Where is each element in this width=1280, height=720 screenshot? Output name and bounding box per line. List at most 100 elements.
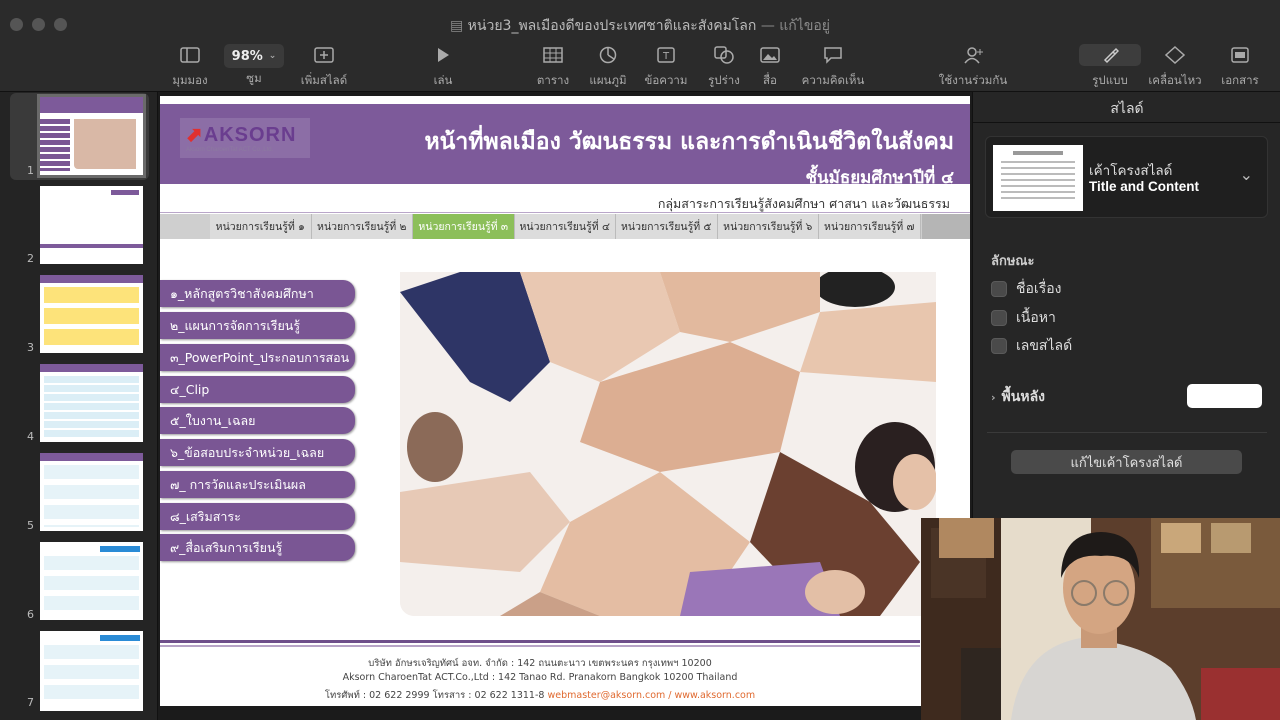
slide-thumbnail-1[interactable] — [37, 94, 146, 178]
collaborate-label: ใช้งานร่วมกัน — [938, 73, 1008, 87]
footer-address-en: Aksorn CharoenTat ACT.Co.,Ltd : 142 Tana… — [342, 672, 738, 683]
checkbox-icon — [991, 310, 1007, 326]
slide-thumbnail-3[interactable] — [40, 275, 143, 353]
menu-item-clip[interactable]: ๔_Clip — [160, 376, 355, 403]
edit-layout-button[interactable]: แก้ไขเค้าโครงสไลด์ — [1011, 450, 1242, 474]
thumb-menu — [40, 119, 70, 171]
media-label: สื่อ — [763, 73, 777, 87]
thumb-body — [44, 556, 139, 616]
menu-item-learning-media[interactable]: ๙_สื่อเสริมการเรียนรู้ — [160, 534, 355, 561]
comment-label: ความคิดเห็น — [801, 73, 865, 87]
collaborate-icon — [962, 44, 984, 66]
menu-item-unit-test[interactable]: ๖_ข้อสอบประจำหน่วย_เฉลย — [160, 439, 355, 466]
unit-tab-6[interactable]: หน่วยการเรียนรู้ที่ ๖ — [717, 214, 819, 239]
zoom-label: ซูม — [246, 71, 262, 85]
slide-thumbnail-5[interactable] — [40, 453, 143, 531]
unit-tab-7[interactable]: หน่วยการเรียนรู้ที่ ๗ — [819, 214, 921, 239]
footer-contact: โทรศัพท์ : 02 622 2999 โทรสาร : 02 622 1… — [160, 688, 920, 703]
menu-item-assessment[interactable]: ๗_ การวัดและประเมินผล — [160, 471, 355, 498]
layout-name: Title and Content — [1089, 179, 1199, 194]
image-icon — [760, 44, 780, 66]
toolbar: ▤ หน่วย3_พลเมืองดีของประเทศชาติและสังคมโ… — [0, 0, 1280, 92]
thumb-header — [100, 635, 140, 641]
slide-number: 2 — [27, 252, 34, 265]
slide-number: 7 — [27, 696, 34, 709]
media-button[interactable]: สื่อ — [734, 44, 806, 90]
view-label: มุมมอง — [172, 73, 208, 87]
add-slide-button[interactable]: เพิ่มสไลด์ — [288, 44, 360, 90]
play-label: เล่น — [433, 73, 453, 87]
logo-subtext: Aksorn CharoenTat ACT Co.,Ltd. — [186, 147, 274, 153]
zoom-label-wrap: ซูม — [218, 70, 290, 88]
shape-icon — [714, 44, 734, 66]
layout-thumb-title — [1013, 151, 1063, 155]
unit-tab-5[interactable]: หน่วยการเรียนรู้ที่ ๕ — [616, 214, 718, 239]
layout-label: เค้าโครงสไลด์ — [1089, 163, 1173, 179]
unit-tab-3[interactable]: หน่วยการเรียนรู้ที่ ๓ — [413, 214, 515, 239]
slide-thumbnail-2[interactable] — [40, 186, 143, 264]
background-label: พื้นหลัง — [1001, 389, 1045, 405]
document-panel-icon — [1231, 44, 1249, 66]
footer-divider-thin — [160, 645, 920, 647]
format-label: รูปแบบ — [1092, 73, 1128, 87]
slide-thumbnail-4[interactable] — [40, 364, 143, 442]
animate-button[interactable]: เคลื่อนไหว — [1139, 44, 1211, 90]
chart-icon — [599, 44, 617, 66]
document-icon: ▤ — [449, 18, 468, 34]
slide-thumbnail-6[interactable] — [40, 542, 143, 620]
menu-item-curriculum[interactable]: ๑_หลักสูตรวิชาสังคมศึกษา — [160, 280, 355, 307]
slide-number: 5 — [27, 519, 34, 532]
menu-item-enrichment[interactable]: ๘_เสริมสาระ — [160, 503, 355, 530]
thumb-body — [44, 465, 139, 527]
view-button[interactable]: มุมมอง — [154, 44, 226, 90]
slide-canvas: ⬈AKSORN Aksorn CharoenTat ACT Co.,Ltd. หน… — [158, 92, 972, 720]
unit-tab-4[interactable]: หน่วยการเรียนรู้ที่ ๔ — [514, 214, 616, 239]
thumb-body — [44, 287, 139, 349]
unit-tab-2[interactable]: หน่วยการเรียนรู้ที่ ๒ — [311, 214, 413, 239]
teamwork-hands-photo — [400, 272, 936, 616]
body-checkbox[interactable]: เนื้อหา — [991, 307, 1056, 329]
footer-phone: โทรศัพท์ : 02 622 2999 โทรสาร : 02 622 1… — [324, 690, 545, 701]
chevron-right-icon: › — [991, 391, 996, 404]
comment-button[interactable]: ความคิดเห็น — [797, 44, 869, 90]
slide[interactable]: ⬈AKSORN Aksorn CharoenTat ACT Co.,Ltd. หน… — [160, 96, 970, 706]
inspector-divider — [973, 122, 1280, 123]
slide-layout-select[interactable]: เค้าโครงสไลด์ Title and Content ⌄ — [985, 136, 1268, 218]
menu-item-worksheet[interactable]: ๕_ใบงาน_เฉลย — [160, 407, 355, 434]
aksorn-logo: ⬈AKSORN Aksorn CharoenTat ACT Co.,Ltd. — [186, 122, 296, 153]
menu-item-lesson-plan[interactable]: ๒_แผนการจัดการเรียนรู้ — [160, 312, 355, 339]
slide-number-checkbox-label: เลขสไลด์ — [1016, 338, 1073, 354]
menu-item-powerpoint[interactable]: ๓_PowerPoint_ประกอบการสอน — [160, 344, 355, 371]
animate-label: เคลื่อนไหว — [1148, 73, 1202, 87]
title-checkbox-label: ชื่อเรื่อง — [1016, 281, 1062, 297]
format-button[interactable]: รูปแบบ — [1074, 44, 1146, 90]
slide-thumbnail-7[interactable] — [40, 631, 143, 711]
thumb-header — [40, 275, 143, 283]
unit-tabs: หน่วยการเรียนรู้ที่ ๑ หน่วยการเรียนรู้ที… — [160, 214, 970, 239]
document-button[interactable]: เอกสาร — [1204, 44, 1276, 90]
background-row[interactable]: › พื้นหลัง — [991, 386, 1045, 408]
play-button[interactable]: เล่น — [407, 44, 479, 90]
slide-number-checkbox[interactable]: เลขสไลด์ — [991, 335, 1072, 357]
table-icon — [543, 44, 563, 66]
comment-icon — [823, 44, 843, 66]
title-checkbox[interactable]: ชื่อเรื่อง — [991, 278, 1061, 300]
thumb-photo — [74, 119, 136, 169]
footer-links[interactable]: webmaster@aksorn.com / www.aksorn.com — [547, 690, 755, 701]
paintbrush-icon — [1079, 44, 1141, 66]
chart-label: แผนภูมิ — [589, 73, 627, 87]
checkbox-icon — [991, 281, 1007, 297]
thumb-header — [40, 364, 143, 372]
document-name[interactable]: หน่วย3_พลเมืองดีของประเทศชาติและสังคมโลก — [468, 18, 757, 34]
slide-header: ⬈AKSORN Aksorn CharoenTat ACT Co.,Ltd. หน… — [160, 104, 970, 188]
unit-tab-1[interactable]: หน่วยการเรียนรู้ที่ ๑ — [210, 214, 312, 239]
collaborate-button[interactable]: ใช้งานร่วมกัน — [937, 44, 1009, 90]
table-label: ตาราง — [536, 73, 570, 87]
zoom-select[interactable]: 98% ⌄ — [224, 44, 284, 68]
sidebar-icon — [180, 44, 200, 66]
thumb-header — [40, 97, 143, 113]
background-color-well[interactable] — [1187, 384, 1262, 408]
logo-text: AKSORN — [203, 124, 297, 146]
thumb-body — [44, 645, 139, 705]
footer-divider — [160, 640, 920, 643]
